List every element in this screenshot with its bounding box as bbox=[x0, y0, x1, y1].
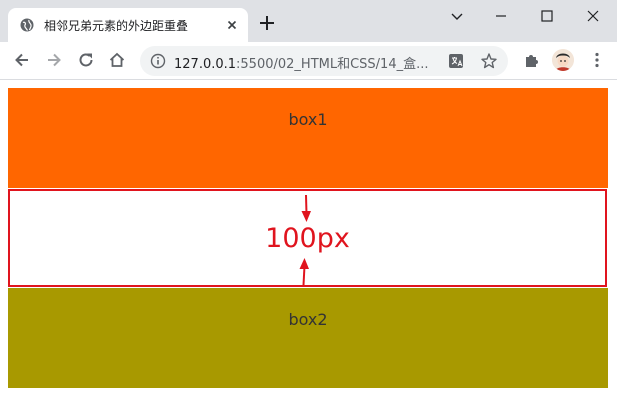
close-window-icon[interactable] bbox=[582, 5, 604, 27]
page-viewport: box1 100px box2 bbox=[0, 81, 617, 402]
forward-arrow-icon[interactable] bbox=[44, 50, 64, 70]
bookmark-star-icon[interactable] bbox=[480, 52, 498, 70]
margin-gap-highlight: 100px bbox=[8, 189, 607, 287]
close-tab-icon[interactable] bbox=[224, 17, 240, 33]
back-arrow-icon[interactable] bbox=[12, 50, 32, 70]
reload-icon[interactable] bbox=[76, 50, 96, 70]
translate-icon[interactable] bbox=[448, 53, 464, 69]
browser-toolbar: 127.0.0.1:5500/02_HTML和CSS/14_盒... bbox=[0, 42, 617, 80]
url-text: 127.0.0.1:5500/02_HTML和CSS/14_盒... bbox=[174, 53, 429, 72]
more-menu-icon[interactable] bbox=[587, 50, 607, 70]
minimize-icon[interactable] bbox=[490, 5, 512, 27]
tab-search-chevron-icon[interactable] bbox=[446, 5, 468, 27]
new-tab-icon[interactable] bbox=[258, 14, 276, 32]
active-tab[interactable]: 相邻兄弟元素的外边距重叠 bbox=[8, 8, 248, 42]
url-path: :5500/02_HTML和CSS/14_盒... bbox=[236, 57, 429, 72]
globe-icon bbox=[20, 18, 34, 32]
extensions-puzzle-icon[interactable] bbox=[522, 50, 542, 70]
address-bar[interactable]: 127.0.0.1:5500/02_HTML和CSS/14_盒... bbox=[140, 46, 508, 76]
maximize-icon[interactable] bbox=[536, 5, 558, 27]
arrow-up-icon bbox=[299, 258, 309, 285]
box2-label: box2 bbox=[288, 310, 328, 329]
box1: box1 bbox=[8, 88, 608, 188]
box1-label: box1 bbox=[288, 110, 328, 129]
avatar-face-icon bbox=[552, 49, 574, 71]
box2: box2 bbox=[8, 288, 608, 388]
tab-title: 相邻兄弟元素的外边距重叠 bbox=[44, 19, 189, 33]
tab-strip: 相邻兄弟元素的外边距重叠 bbox=[0, 0, 617, 42]
arrow-down-icon bbox=[301, 195, 311, 222]
gap-size-label: 100px bbox=[265, 223, 350, 254]
profile-avatar[interactable] bbox=[552, 49, 574, 71]
home-icon[interactable] bbox=[107, 50, 127, 70]
site-info-icon[interactable] bbox=[150, 53, 166, 69]
url-host: 127.0.0.1 bbox=[174, 57, 237, 72]
